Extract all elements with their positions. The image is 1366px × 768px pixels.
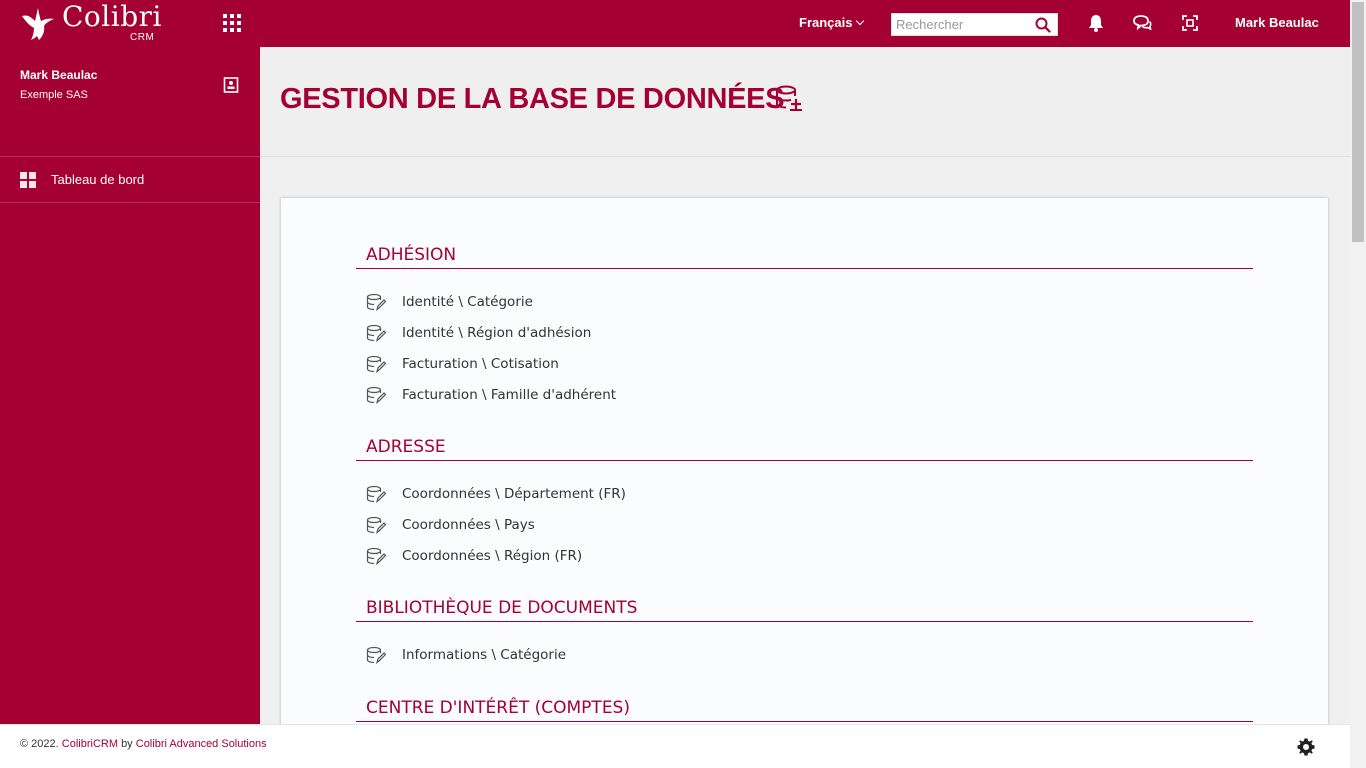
fullscreen-icon[interactable] xyxy=(1180,13,1200,33)
list-item-label: Facturation \ Famille d'adhérent xyxy=(402,386,617,403)
sidebar-item-label: Tableau de bord xyxy=(51,172,145,187)
list-item[interactable]: Coordonnées \ Pays xyxy=(356,509,1253,540)
top-bar: Colibri CRM Français Mark Beaulac xyxy=(0,0,1350,47)
search-icon[interactable] xyxy=(1035,17,1051,33)
by-text: by xyxy=(121,738,133,750)
list-item[interactable]: Facturation \ Famille d'adhérent xyxy=(356,379,1253,410)
section-centre-interet: CENTRE D'INTÉRÊT (COMPTES) xyxy=(356,698,1253,722)
section-adhesion: ADHÉSION Identité \ Catégorie Identité \… xyxy=(356,245,1253,410)
language-label: Français xyxy=(799,15,853,30)
edit-database-icon xyxy=(366,516,386,534)
hummingbird-logo-icon xyxy=(22,8,54,40)
section-adresse: ADRESSE Coordonnées \ Département (FR) C… xyxy=(356,437,1253,571)
list-item[interactable]: Coordonnées \ Département (FR) xyxy=(356,478,1253,509)
edit-database-icon xyxy=(366,293,386,311)
edit-database-icon xyxy=(366,485,386,503)
search-box xyxy=(891,13,1058,36)
brand-name: Colibri xyxy=(62,0,162,33)
list-item-label: Coordonnées \ Région (FR) xyxy=(402,547,583,564)
language-selector[interactable]: Français xyxy=(799,15,865,30)
product-link[interactable]: ColibriCRM xyxy=(62,738,118,750)
list-item[interactable]: Facturation \ Cotisation xyxy=(356,348,1253,379)
apps-grid-icon[interactable] xyxy=(223,14,241,32)
sidebar: Mark Beaulac Exemple SAS Tableau de bord xyxy=(0,47,260,724)
logo[interactable]: Colibri CRM xyxy=(18,2,162,46)
sidebar-company-name: Exemple SAS xyxy=(20,89,88,101)
sidebar-user-name: Mark Beaulac xyxy=(20,68,98,82)
copyright-text: © 2022. xyxy=(20,738,59,750)
company-link[interactable]: Colibri Advanced Solutions xyxy=(136,738,267,750)
list-item[interactable]: Coordonnées \ Région (FR) xyxy=(356,540,1253,571)
database-add-icon[interactable] xyxy=(774,84,804,112)
list-item[interactable]: Informations \ Catégorie xyxy=(356,639,1253,670)
list-item-label: Identité \ Catégorie xyxy=(402,293,533,310)
page-header: GESTION DE LA BASE DE DONNÉES xyxy=(260,47,1350,157)
section-title: ADRESSE xyxy=(356,437,1253,461)
chat-icon[interactable] xyxy=(1132,13,1152,33)
list-item[interactable]: Identité \ Région d'adhésion xyxy=(356,317,1253,348)
list-item-label: Coordonnées \ Département (FR) xyxy=(402,485,626,502)
edit-database-icon xyxy=(366,386,386,404)
footer: © 2022. ColibriCRM by Colibri Advanced S… xyxy=(0,724,1350,768)
edit-database-icon xyxy=(366,646,386,664)
page-title: GESTION DE LA BASE DE DONNÉES xyxy=(280,83,785,115)
edit-database-icon xyxy=(366,355,386,373)
user-menu[interactable]: Mark Beaulac xyxy=(1235,15,1319,30)
edit-database-icon xyxy=(366,324,386,342)
list-item-label: Identité \ Région d'adhésion xyxy=(402,324,592,341)
edit-database-icon xyxy=(366,547,386,565)
dashboard-icon xyxy=(20,171,36,188)
section-title: CENTRE D'INTÉRÊT (COMPTES) xyxy=(356,698,1253,722)
bell-icon[interactable] xyxy=(1086,13,1106,33)
chevron-down-icon xyxy=(856,16,865,26)
gear-icon[interactable] xyxy=(1297,738,1315,756)
sidebar-user-panel: Mark Beaulac Exemple SAS xyxy=(0,47,260,157)
list-item[interactable]: Identité \ Catégorie xyxy=(356,286,1253,317)
section-bibliotheque: BIBLIOTHÈQUE DE DOCUMENTS Informations \… xyxy=(356,598,1253,670)
sidebar-item-dashboard[interactable]: Tableau de bord xyxy=(0,157,260,203)
brand-sub: CRM xyxy=(130,32,155,43)
footer-copyright: © 2022. ColibriCRM by Colibri Advanced S… xyxy=(20,738,267,750)
database-tables-card: ADHÉSION Identité \ Catégorie Identité \… xyxy=(281,198,1328,738)
list-item-label: Facturation \ Cotisation xyxy=(402,355,559,372)
list-item-label: Coordonnées \ Pays xyxy=(402,516,535,533)
page-scrollbar[interactable] xyxy=(1350,0,1366,768)
list-item-label: Informations \ Catégorie xyxy=(402,646,567,663)
section-title: ADHÉSION xyxy=(356,245,1253,269)
section-title: BIBLIOTHÈQUE DE DOCUMENTS xyxy=(356,598,1253,622)
contact-card-icon[interactable] xyxy=(223,77,239,93)
search-input[interactable] xyxy=(892,14,1032,35)
scrollbar-thumb[interactable] xyxy=(1352,2,1364,242)
